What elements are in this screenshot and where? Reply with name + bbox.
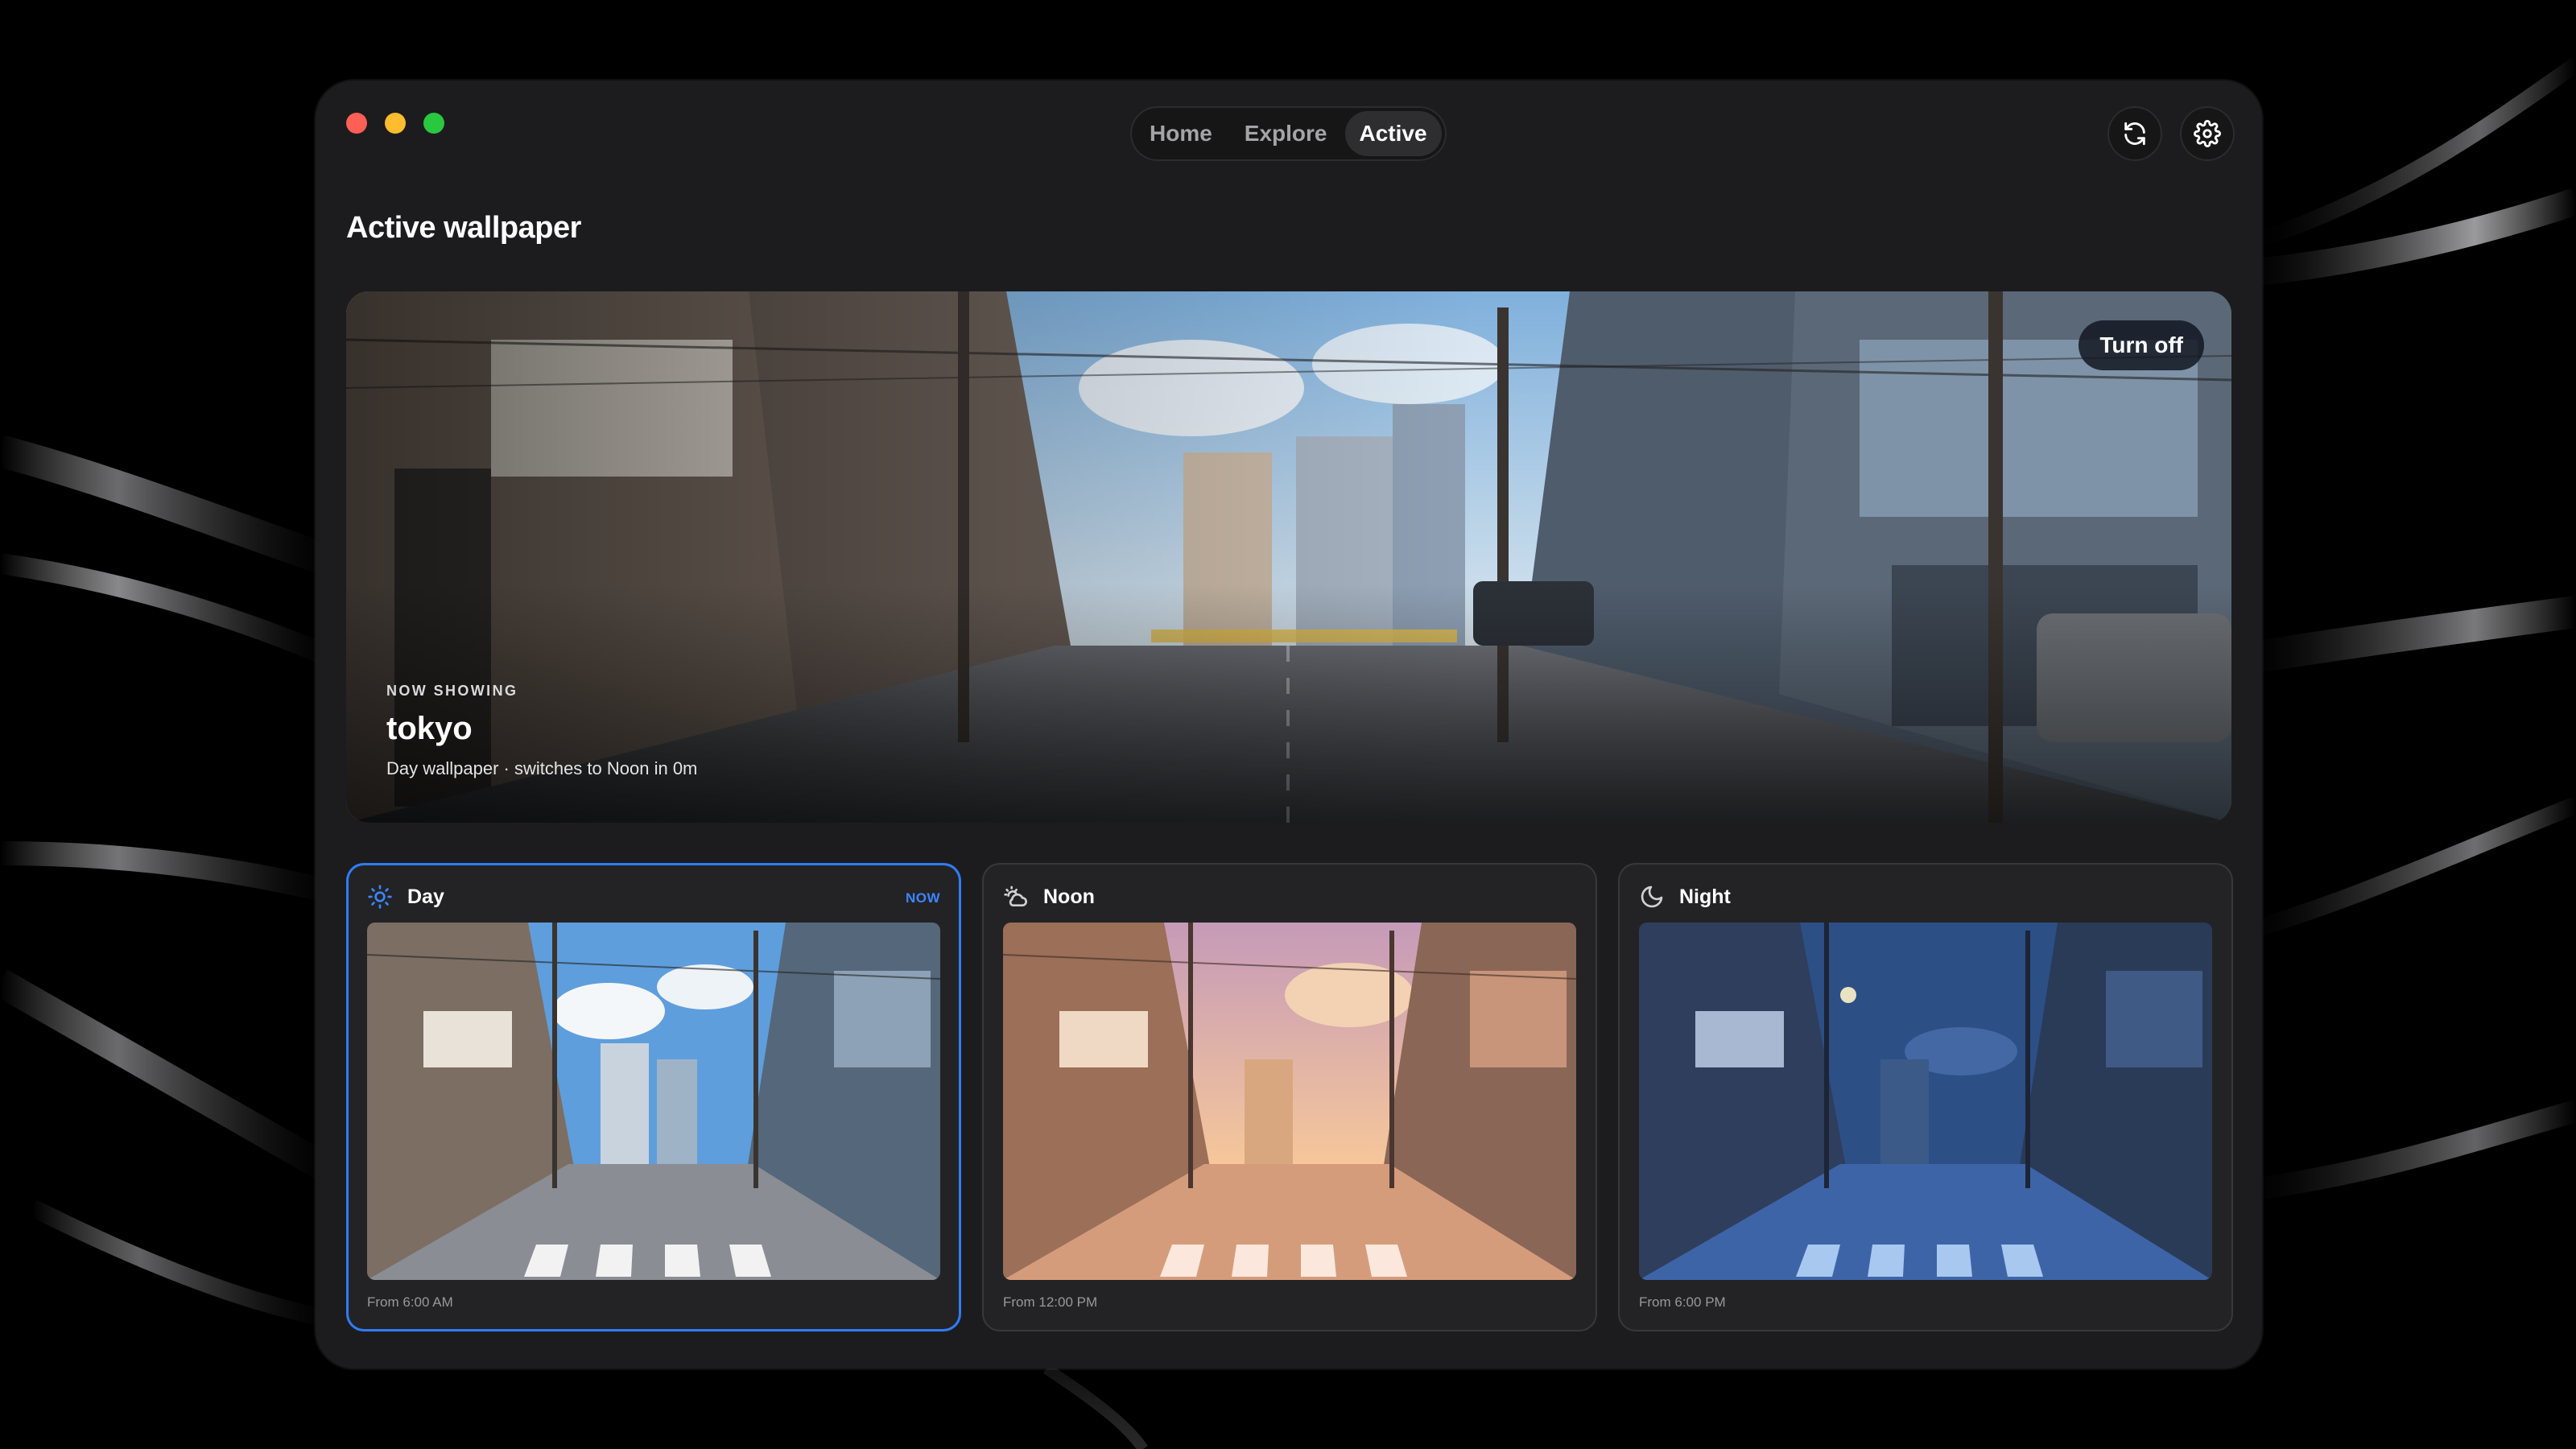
hero-info: NOW SHOWING tokyo Day wallpaper · switch… (386, 683, 697, 779)
phase-card-noon[interactable]: Noon From 12:00 PM (982, 863, 1597, 1331)
phase-thumbnail (367, 923, 940, 1280)
phase-card-header: Night (1639, 884, 1731, 910)
phase-card-night[interactable]: Night From 6:00 PM (1618, 863, 2233, 1331)
refresh-icon (2124, 122, 2145, 146)
refresh-button[interactable] (2107, 106, 2162, 161)
phase-card-header: Noon (1003, 884, 1095, 910)
close-window-button[interactable] (346, 113, 367, 134)
sun-icon (368, 885, 392, 909)
tab-active[interactable]: Active (1344, 111, 1442, 156)
tokyo-noon-thumbnail-image (1003, 923, 1576, 1280)
phase-cards: Day NOW From 6:00 AM Noon From 12:00 PM … (346, 863, 2233, 1331)
wallpaper-schedule-text: Day wallpaper · switches to Noon in 0m (386, 758, 698, 778)
phase-name: Day (407, 885, 444, 908)
now-badge: NOW (905, 890, 940, 906)
phase-start-time: From 6:00 PM (1639, 1294, 1726, 1310)
phase-name: Noon (1043, 885, 1095, 908)
phase-card-day[interactable]: Day NOW From 6:00 AM (346, 863, 961, 1331)
minimize-window-button[interactable] (385, 113, 406, 134)
active-wallpaper-preview[interactable]: Turn off NOW SHOWING tokyo Day wallpaper… (346, 291, 2231, 823)
app-window: Home Explore Active Active wallpaper Tur… (316, 80, 2262, 1368)
phase-start-time: From 6:00 AM (367, 1294, 453, 1310)
window-controls (346, 113, 444, 134)
wallpaper-name: tokyo (386, 711, 473, 746)
phase-name: Night (1679, 885, 1731, 908)
phase-card-header: Day (367, 884, 444, 910)
page-title: Active wallpaper (346, 211, 581, 245)
phase-start-time: From 12:00 PM (1003, 1294, 1098, 1310)
phase-thumbnail (1639, 923, 2212, 1280)
tab-home[interactable]: Home (1135, 111, 1227, 156)
main-nav: Home Explore Active (1130, 106, 1447, 161)
gear-icon (2194, 120, 2221, 147)
tokyo-night-thumbnail-image (1639, 923, 2212, 1280)
settings-button[interactable] (2180, 106, 2235, 161)
tokyo-day-thumbnail-image (367, 923, 940, 1280)
maximize-window-button[interactable] (423, 113, 444, 134)
phase-thumbnail (1003, 923, 1576, 1280)
now-showing-label: NOW SHOWING (386, 683, 518, 699)
sun-cloud-icon (1004, 886, 1027, 906)
moon-icon (1641, 886, 1663, 908)
turn-off-button[interactable]: Turn off (2079, 320, 2204, 370)
tab-explore[interactable]: Explore (1230, 111, 1342, 156)
